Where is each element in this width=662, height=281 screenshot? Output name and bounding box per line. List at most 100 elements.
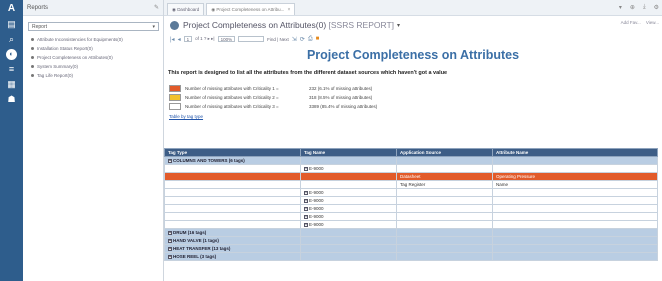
print-icon[interactable]: ⎙ [308,36,313,43]
tree-item[interactable]: Tag Life Report(0) [31,71,163,80]
table-by-tag-type-link[interactable]: Table by tag type [169,114,662,122]
expand-icon[interactable]: + [304,191,308,195]
expand-icon[interactable]: + [304,223,308,227]
legend-row: Number of missing attributes with Critic… [169,93,662,102]
tree-item-label: Tag Life Report(0) [37,73,74,78]
close-icon[interactable]: × [287,7,290,13]
table-cell [300,228,397,237]
legend-label: Number of missing attributes with Critic… [185,86,279,91]
table-cell [396,220,493,229]
table-cell [492,220,658,229]
zoom-select[interactable]: 100% [217,36,236,42]
tab-label: Dashboard [177,7,200,12]
find-next-link[interactable]: Find | Next [267,37,289,42]
main-area: ◉ Dashboard ◉ Project Completeness on At… [164,0,662,281]
table-cell [492,204,658,213]
expand-icon[interactable]: + [304,207,308,211]
expand-icon[interactable]: + [168,247,172,251]
table-cell [396,236,493,245]
app-rail: A ▤ ⌕ ◐ ≡ ▦ ☗ [0,0,23,281]
table-cell: + E-9000 [300,164,397,173]
group-row[interactable]: + COLUMNS AND TOWERS (6 tags) [164,156,658,165]
header-title: Project Completeness on Attributes(0) [183,20,327,30]
cell-text: E-9000 [309,198,324,203]
search-icon[interactable]: ⌕ [0,32,23,47]
grid-icon[interactable]: ▦ [0,77,23,92]
tab-report[interactable]: ◉ Project Completeness on Attribu... × [206,3,296,15]
user-icon[interactable]: ☗ [0,92,23,107]
report-type-select[interactable]: Report ▾ [28,22,159,31]
cell-text: HOSE REEL (3 tags) [173,254,217,259]
table-cell: + E-9000 [300,196,397,205]
group-row[interactable]: + DRUM (16 tags) [164,228,658,237]
report-icon [31,74,34,77]
expand-icon[interactable]: + [304,199,308,203]
download-icon[interactable]: ⤓ [643,4,646,11]
pin-icon[interactable]: ✎ [154,4,159,11]
list-icon[interactable]: ≡ [0,62,23,77]
tree-item[interactable]: Installation Status Report(0) [31,44,163,53]
settings-icon[interactable]: ⚙ [654,4,659,11]
report-title: Project Completeness on Attributes [306,48,520,62]
page-input[interactable]: 1 [183,36,193,42]
refresh-icon[interactable]: ⟳ [300,36,305,43]
documents-icon[interactable]: ▤ [0,17,23,32]
table-cell [396,196,493,205]
group-row[interactable]: + HOSE REEL (3 tags) [164,252,658,261]
table-body: + COLUMNS AND TOWERS (6 tags) + E-9000 Datas… [164,156,658,261]
tree-item[interactable]: System Summary(0) [31,62,163,71]
group-row[interactable]: + HEAT TRANSFER (13 tags) [164,244,658,253]
expand-icon[interactable]: + [168,255,172,259]
criticality-legend: Number of missing attributes with Critic… [169,84,662,111]
table-cell [396,252,493,261]
app-logo: A [7,3,16,14]
reports-icon[interactable]: ◐ [6,49,17,60]
table-cell: Name [492,180,658,189]
tree-item-label: System Summary(0) [37,64,79,69]
tree-item-label: Installation Status Report(0) [37,46,93,51]
table-cell: + E-9000 [300,220,397,229]
group-row[interactable]: + HAND VALVE (1 tags) [164,236,658,245]
legend-value: 318 (8.5% of missing attributes) [309,95,373,100]
table-cell [492,212,658,221]
column-header[interactable]: Application Source [396,148,493,157]
column-header[interactable]: Attribute Name [492,148,658,157]
cell-text: DRUM (16 tags) [173,230,207,235]
feed-icon[interactable]: ■ [316,36,320,42]
tree-item[interactable]: Project Completeness on Attributes(0) [31,53,163,62]
prev-page-icon[interactable]: ◂ [178,36,181,43]
expand-icon[interactable]: + [168,239,172,243]
table-cell: + HOSE REEL (3 tags) [164,252,301,261]
table-cell: Tag Register [396,180,493,189]
chevron-down-icon: ▾ [152,23,155,30]
report-description: This report is designed to list all the … [168,70,448,76]
expand-icon[interactable]: + [304,167,308,171]
report-type-value: Report [32,23,48,30]
report-icon [31,38,34,41]
pin-icon[interactable]: ⊕ [630,4,635,11]
expand-icon[interactable]: + [168,159,172,163]
table-row: Datasheet Operating Pressure [164,172,658,181]
table-cell [164,180,301,189]
export-icon[interactable]: ⇲ [292,36,297,43]
expand-icon[interactable]: + [168,231,172,235]
add-favorite-link[interactable]: Add Fav... [621,20,641,25]
view-link[interactable]: View... [646,20,659,25]
table-cell: + DRUM (16 tags) [164,228,301,237]
column-header[interactable]: Tag Type [164,148,301,157]
table-cell [164,164,301,173]
table-cell [396,228,493,237]
table-cell [164,204,301,213]
table-cell: + E-9000 [300,188,397,197]
find-input[interactable] [238,36,265,42]
expand-icon[interactable]: + [304,215,308,219]
tree-item[interactable]: Attribute Inconsistencies for Equipments… [31,35,163,44]
column-header[interactable]: Tag Name [300,148,397,157]
chevron-down-icon[interactable]: ▾ [397,22,400,29]
table-cell [396,244,493,253]
minimize-icon[interactable]: ▾ [619,4,622,11]
table-cell: Operating Pressure [492,172,658,181]
table-cell [396,156,493,165]
first-page-icon[interactable]: |◂ [170,36,175,43]
tab-dashboard[interactable]: ◉ Dashboard [167,3,205,15]
